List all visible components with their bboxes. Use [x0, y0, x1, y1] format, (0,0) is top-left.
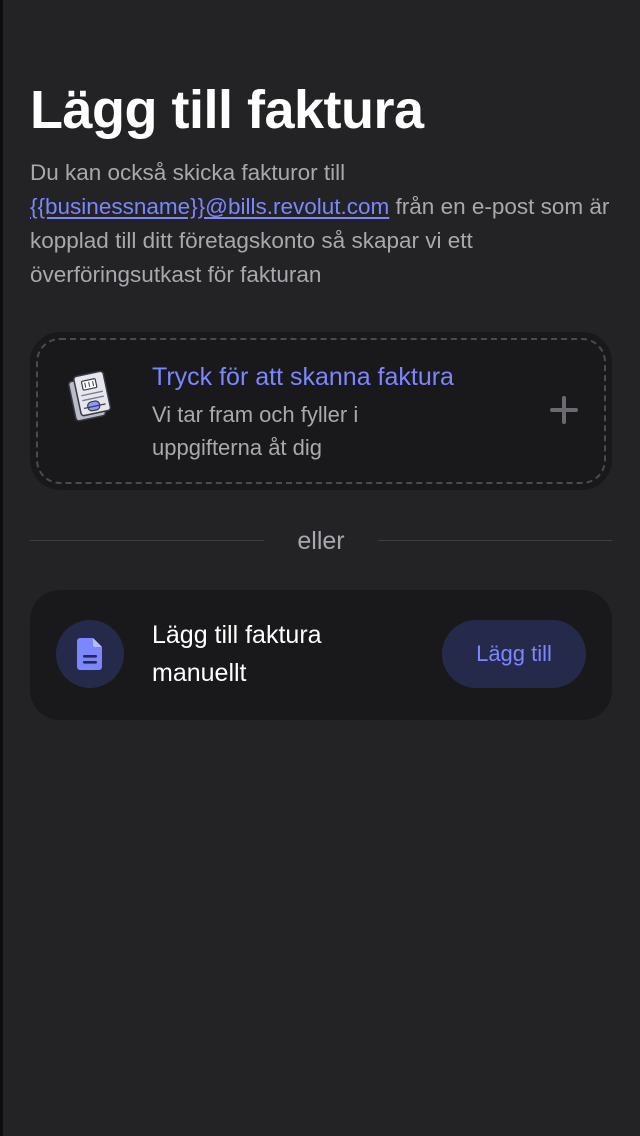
document-icon: [77, 638, 102, 670]
email-link[interactable]: {{businessname}}@bills.revolut.com: [30, 194, 389, 219]
scan-invoice-title: Tryck för att skanna faktura: [152, 363, 454, 391]
scan-invoice-card[interactable]: Tryck för att skanna faktura Vi tar fram…: [30, 332, 612, 490]
invoice-scan-icon: [68, 370, 112, 422]
manual-invoice-card: Lägg till faktura manuellt Lägg till: [30, 590, 612, 720]
page-title: Lägg till faktura: [30, 80, 424, 140]
divider-line-right: [378, 540, 612, 541]
manual-invoice-label: Lägg till faktura manuellt: [152, 621, 322, 687]
page: Lägg till faktura Du kan också skicka fa…: [0, 0, 640, 1136]
add-invoice-button[interactable]: Lägg till: [442, 620, 586, 688]
intro-text-before: Du kan också skicka fakturor till: [30, 160, 346, 185]
window-edge: [0, 0, 3, 1136]
or-divider: eller: [30, 522, 612, 560]
divider-label: eller: [297, 527, 345, 555]
scan-invoice-subtitle: Vi tar fram och fyller i uppgifterna åt …: [152, 402, 359, 460]
document-icon-badge: [56, 620, 124, 688]
intro-text: Du kan också skicka fakturor till {{busi…: [30, 156, 620, 292]
plus-icon: [550, 396, 578, 424]
